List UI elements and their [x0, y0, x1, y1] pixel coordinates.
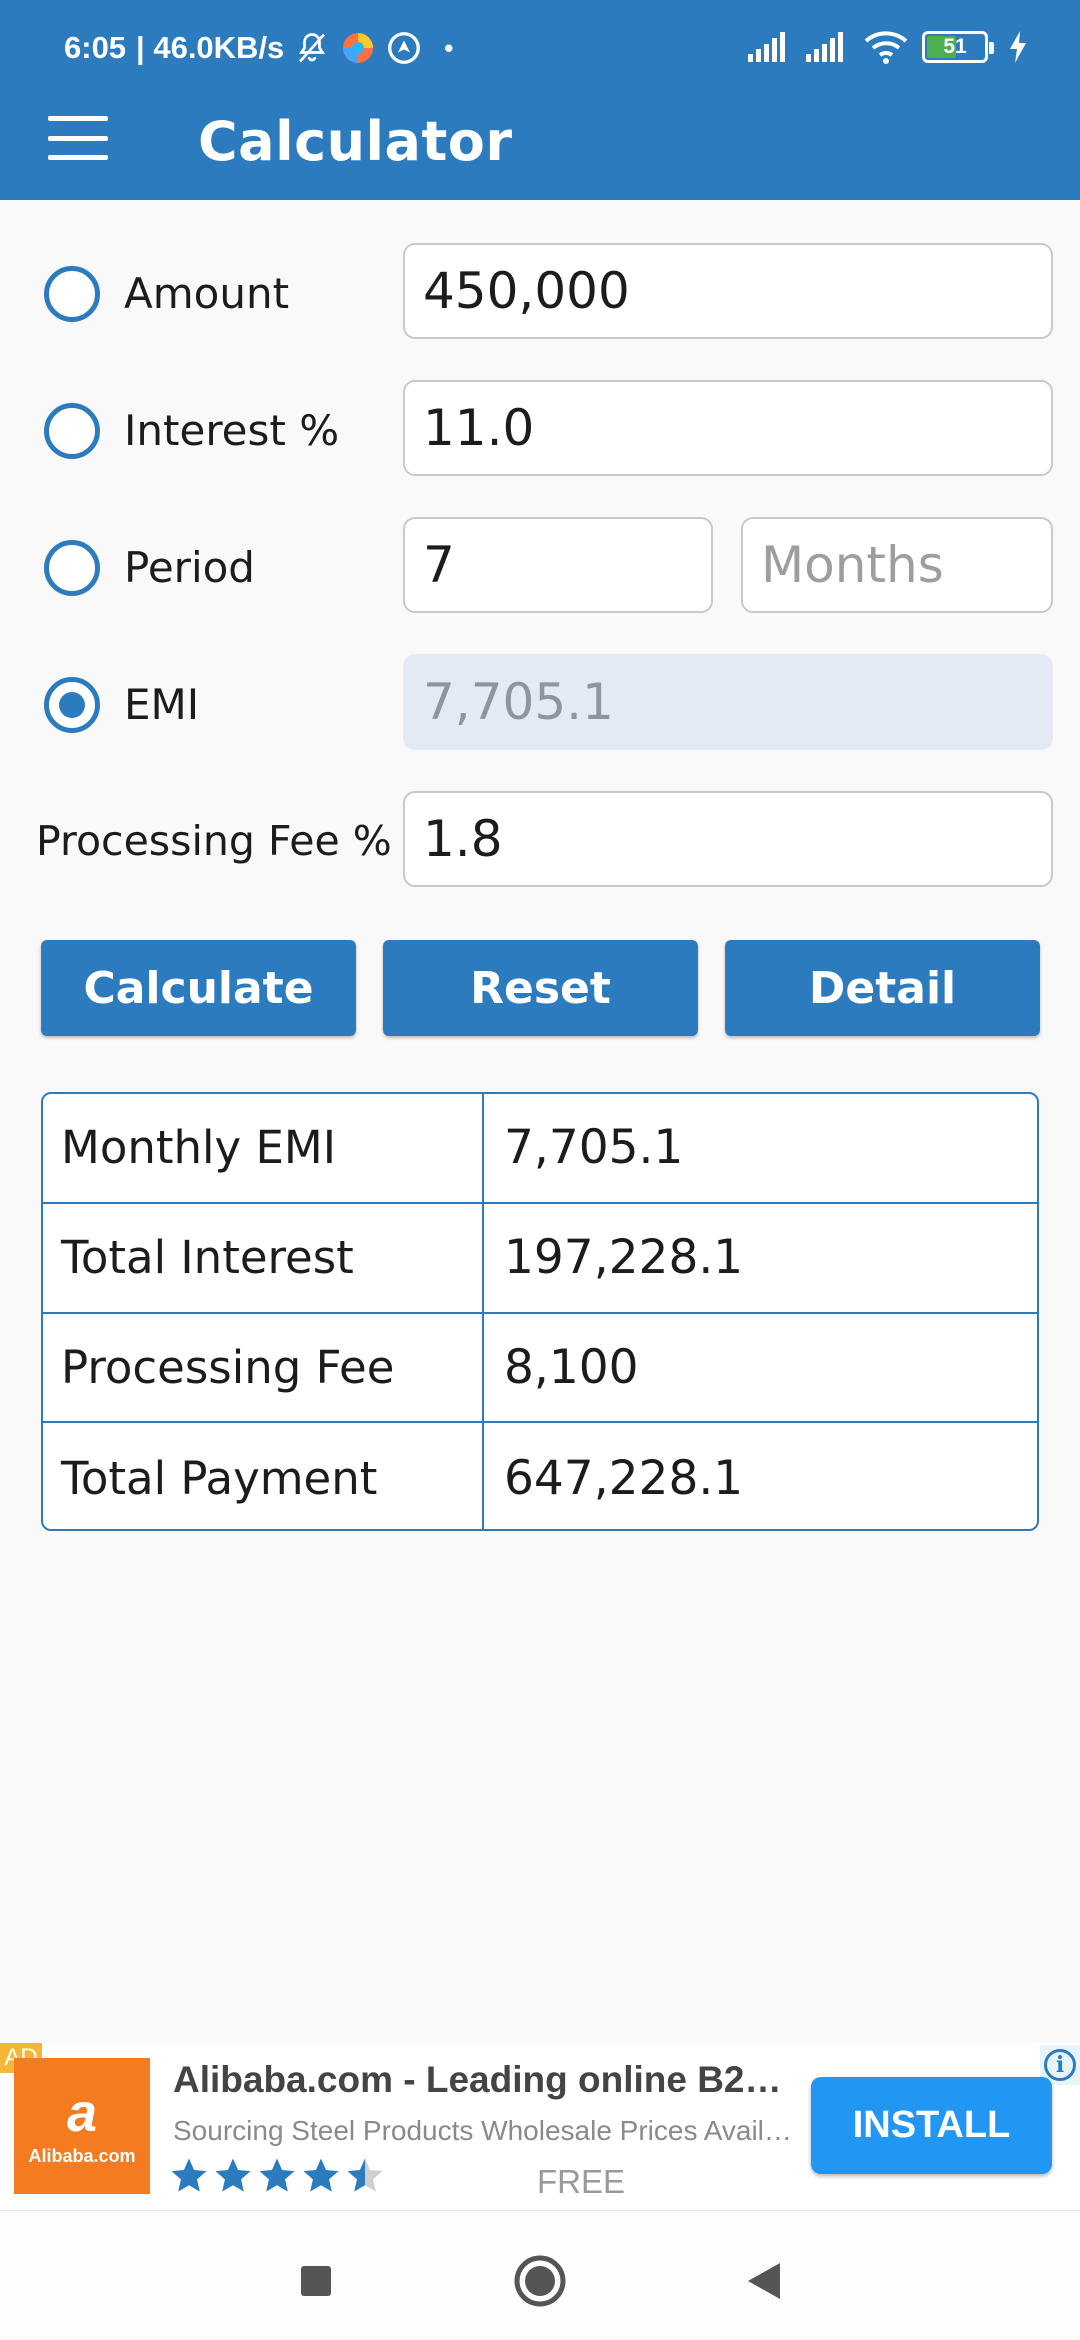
location-app-icon [388, 32, 421, 64]
processing-fee-result-value: 8,100 [504, 1339, 639, 1395]
monthly-emi-label: Monthly EMI [43, 1094, 484, 1202]
reset-button[interactable]: Reset [383, 940, 698, 1036]
star-icon [303, 2158, 339, 2192]
total-payment-value: 647,228.1 [504, 1450, 744, 1506]
monthly-emi-value: 7,705.1 [504, 1120, 684, 1176]
wifi-icon [864, 31, 908, 64]
status-time: 6:05 [64, 30, 127, 65]
amount-radio[interactable] [44, 266, 100, 322]
battery-level: 51 [943, 35, 967, 58]
emi-radio[interactable] [44, 677, 100, 733]
ad-logo-text: Alibaba.com [28, 2145, 136, 2166]
period-unit-select[interactable]: Months [741, 517, 1053, 613]
page-title: Calculator [198, 110, 513, 173]
signal-icon [748, 32, 785, 62]
table-row: Total Interest 197,228.1 [43, 1203, 1037, 1314]
table-row: Monthly EMI 7,705.1 [43, 1094, 1037, 1204]
notification-dot-icon: • [444, 32, 454, 63]
battery-icon: 51 [922, 31, 994, 63]
emi-input: 7,705.1 [403, 654, 1053, 750]
table-row: Total Payment 647,228.1 [43, 1423, 1037, 1529]
star-icon [171, 2158, 207, 2192]
period-row: Period 7 Months [0, 517, 1080, 613]
menu-icon[interactable] [48, 116, 108, 160]
detail-button[interactable]: Detail [725, 940, 1040, 1036]
app-bar: 6:05 | 46.0KB/s • 51 Calculator [0, 0, 1080, 200]
processing-fee-result-label: Processing Fee [43, 1313, 484, 1422]
star-icon [347, 2158, 383, 2192]
total-payment-label: Total Payment [43, 1423, 484, 1529]
recent-apps-icon[interactable] [286, 2251, 346, 2311]
star-icon [259, 2158, 295, 2192]
back-icon[interactable] [734, 2251, 794, 2311]
processing-fee-input[interactable]: 1.8 [403, 791, 1053, 887]
amount-row: Amount 450,000 [0, 243, 1080, 339]
emi-label: EMI [124, 680, 200, 729]
interest-label: Interest % [124, 406, 340, 455]
table-row: Processing Fee 8,100 [43, 1313, 1037, 1424]
alibaba-logo[interactable]: a Alibaba.com [14, 2058, 150, 2194]
home-icon[interactable] [510, 2251, 570, 2311]
total-interest-label: Total Interest [43, 1203, 484, 1312]
interest-row: Interest % 11.0 [0, 380, 1080, 476]
install-button[interactable]: INSTALL [811, 2077, 1052, 2174]
charging-icon [1010, 31, 1026, 63]
status-bar: 6:05 | 46.0KB/s • 51 [0, 0, 1080, 100]
period-radio[interactable] [44, 540, 100, 596]
signal-icon-2 [806, 32, 843, 62]
calculate-button[interactable]: Calculate [41, 940, 356, 1036]
amount-label: Amount [124, 269, 290, 318]
browser-icon [343, 33, 374, 63]
status-network-speed: | 46.0KB/s [136, 30, 285, 65]
rating-stars [168, 2155, 386, 2197]
total-interest-value: 197,228.1 [504, 1230, 744, 1286]
ad-banner[interactable]: AD i a Alibaba.com Alibaba.com - Leading… [0, 2043, 1080, 2210]
star-icon [215, 2158, 251, 2192]
processing-fee-label: Processing Fee % [36, 817, 392, 865]
mute-bell-icon [299, 33, 326, 63]
ad-price: FREE [537, 2163, 626, 2200]
amount-input[interactable]: 450,000 [403, 243, 1053, 339]
ad-subtitle: Sourcing Steel Products Wholesale Prices… [173, 2115, 798, 2146]
results-table: Monthly EMI 7,705.1 Total Interest 197,2… [41, 1092, 1039, 1531]
processing-fee-row: Processing Fee % 1.8 [0, 791, 1080, 887]
ad-title[interactable]: Alibaba.com - Leading online B2B Trade M… [173, 2059, 793, 2101]
interest-radio[interactable] [44, 403, 100, 459]
emi-row: EMI 7,705.1 [0, 654, 1080, 750]
period-input[interactable]: 7 [403, 517, 713, 613]
navigation-bar [0, 2210, 1080, 2340]
interest-input[interactable]: 11.0 [403, 380, 1053, 476]
period-label: Period [124, 543, 255, 592]
